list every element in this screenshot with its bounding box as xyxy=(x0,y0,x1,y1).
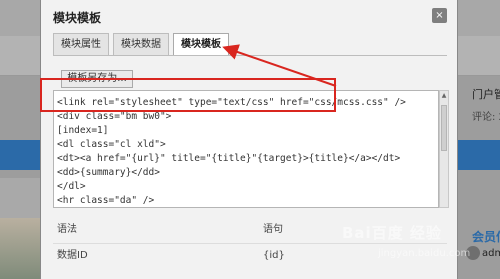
code-line: [index=1] xyxy=(57,125,109,136)
column-header-statement: 语句 xyxy=(263,224,283,235)
background-admin-label: adm xyxy=(482,248,500,259)
tab-module-template[interactable]: 模块模板 xyxy=(173,33,229,56)
scrollbar-thumb[interactable] xyxy=(441,105,447,151)
tab-module-data[interactable]: 模块数据 xyxy=(113,33,169,55)
code-line: <dt><a href="{url}" title="{title}"{targ… xyxy=(57,153,401,164)
background-member-info: 会员信息 xyxy=(472,230,500,244)
column-header-syntax: 语法 xyxy=(57,224,77,235)
code-line: <hr class="da" /> xyxy=(57,195,155,206)
editor-scrollbar[interactable]: ▲ xyxy=(439,90,449,208)
background-comment-count: 评论: 26 xyxy=(472,112,500,123)
background-photo xyxy=(0,218,40,279)
background-blue-bar-right xyxy=(458,140,500,170)
tab-bar: 模块属性 模块数据 模块模板 xyxy=(53,33,233,56)
table-cell: {id} xyxy=(263,250,285,261)
code-line: <dd>{summary}</dd> xyxy=(57,167,160,178)
table-cell: 数据ID xyxy=(57,250,88,261)
background-portal-label: 门户管 xyxy=(472,88,500,101)
code-line: </dl> xyxy=(57,181,86,192)
tab-module-properties[interactable]: 模块属性 xyxy=(53,33,109,55)
close-icon[interactable]: × xyxy=(432,8,447,23)
scroll-up-icon[interactable]: ▲ xyxy=(440,91,448,101)
annotation-highlight-box xyxy=(40,78,336,112)
background-blue-bar-left xyxy=(0,140,40,170)
dialog-title: 模块模板 xyxy=(53,11,102,25)
tab-divider xyxy=(53,55,447,56)
code-line: <div class="bm bw0"> xyxy=(57,111,172,122)
code-line: <dl class="cl xld"> xyxy=(57,139,166,150)
watermark-logo: Bai百度 经验 xyxy=(342,224,442,242)
watermark-url: jingyan.baidu.com xyxy=(378,248,471,259)
